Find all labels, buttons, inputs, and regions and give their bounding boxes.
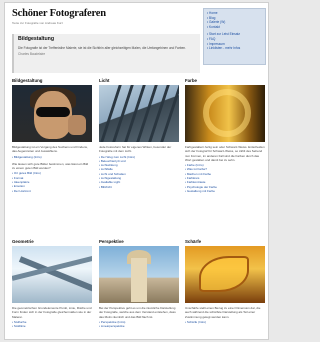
intro-heading: Bildgestaltung [18,36,55,42]
site-subtitle: Texte zur Fotografie von Andreas Kurz [12,21,64,25]
card-text: Unschärfe stellt einen Bezug zu einer Di… [185,306,261,319]
thumbnail-image[interactable] [185,85,265,142]
card-title: Schärfe [185,239,202,244]
thumbnail-image[interactable] [12,85,92,142]
card-text: Die geometrischen Grundelemente Punkt, L… [12,306,92,319]
nav-item-links[interactable]: Linklisten - mehr Infos [207,46,262,51]
card-schaerfe: Schärfe Unschärfe stellt einen Bezug zu … [185,239,265,324]
card-title: Perspektive [99,239,124,244]
card-farbe: Farbe Farbgestaltern fertig sein oder Sc… [185,78,265,193]
thumbnail-image[interactable] [99,246,179,303]
card-geometrie: Geometrie Die geometrischen Grundelement… [12,239,92,328]
card-title: Geometrie [12,239,34,244]
card-title: Farbe [185,78,197,83]
card-perspektive: Perspektive Bei der Perspektive geht es … [99,239,179,328]
card-link[interactable]: Blitzlicht [99,185,179,189]
card-link[interactable]: Bildgestaltung (Intro) [12,155,92,159]
card-licht: Licht Jede Fotoreform hat für eigenes Wi… [99,78,179,189]
card-link[interactable]: Schärfe (Intro) [185,320,265,324]
card-text: Jede Fotoreform hat für eigenes Wirken, … [99,145,172,154]
card-link[interactable]: Linearperspektive [99,324,179,328]
intro-cite: Charles Baudelaire [18,51,46,56]
card-text-2: Wie lassen sich gute Bilder bestimmen, w… [12,161,89,171]
intro-text: Die Fotografie ist der Treffenisthe Male… [18,46,187,50]
card-link[interactable]: Stoßlinie [12,324,92,328]
card-text: Bei der Perspektive geht es um die räuml… [99,306,176,319]
site-title: Schöner Fotograferen [12,8,106,19]
card-link[interactable]: Gestaltung mit Farbe [185,189,265,193]
thumbnail-image[interactable] [185,246,265,303]
card-title: Bildgestaltung [12,78,43,83]
card-link[interactable]: Der Horizont [12,189,92,193]
nav-box: Home Blog Galerie (W) Kontakt Start zur … [203,8,266,65]
thumbnail-image[interactable] [99,85,179,142]
intro-box: Bildgestaltung Die Fotografie ist der Tr… [12,34,200,73]
card-bildgestaltung: Bildgestaltung Bildgestaltung ist ein Vo… [12,78,92,193]
thumbnail-image[interactable] [12,246,92,303]
card-title: Licht [99,78,110,83]
card-text: Bildgestaltung ist ein Vorgang des Suche… [12,145,88,154]
card-text: Farbgestaltern fertig sein oder Schwarz-… [185,145,265,162]
page: Schöner Fotograferen Texte zur Fotografi… [4,2,269,340]
